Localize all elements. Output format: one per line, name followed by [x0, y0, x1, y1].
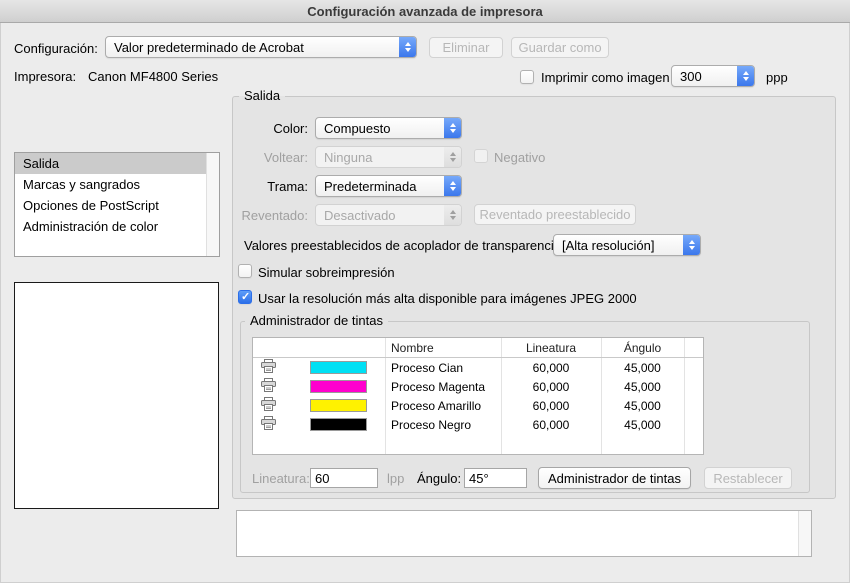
simulate-overprint-label: Simular sobreimpresión: [258, 265, 395, 280]
ink-name: Proceso Cian: [385, 361, 501, 375]
ink-table: Nombre Lineatura Ángulo Proceso Cian 60,…: [252, 337, 704, 455]
frequency-label: Lineatura:: [252, 471, 310, 486]
flip-label: Voltear:: [264, 150, 308, 165]
list-item-salida[interactable]: Salida: [15, 153, 219, 174]
ink-angle: 45,000: [601, 380, 684, 394]
ink-swatch: [310, 380, 367, 393]
list-item-marcas-y-sangrados[interactable]: Marcas y sangrados: [15, 174, 219, 195]
list-scrollbar[interactable]: [206, 153, 219, 256]
column-header-name[interactable]: Nombre: [385, 338, 501, 357]
flattener-value: [Alta resolución]: [554, 238, 683, 253]
dropdown-arrows-icon: [683, 235, 700, 255]
trapping-presets-button[interactable]: Reventado preestablecido: [474, 204, 636, 225]
jpeg2000-label: Usar la resolución más alta disponible p…: [258, 291, 637, 306]
angle-label: Ángulo:: [417, 471, 461, 486]
ink-swatch: [310, 399, 367, 412]
print-as-image-label: Imprimir como imagen: [541, 70, 670, 85]
trapping-value: Desactivado: [316, 208, 444, 223]
simulate-overprint-checkbox[interactable]: [238, 264, 252, 278]
dpi-dropdown[interactable]: 300: [671, 65, 755, 87]
ink-swatch: [310, 418, 367, 431]
ink-frequency: 60,000: [501, 361, 601, 375]
dropdown-arrows-icon: [444, 118, 461, 138]
dpi-value: 300: [672, 69, 737, 84]
settings-preset-value: Valor predeterminado de Acrobat: [106, 40, 399, 55]
output-panel-title: Salida: [239, 88, 285, 104]
color-value: Compuesto: [316, 121, 444, 136]
screening-dropdown[interactable]: Predeterminada: [315, 175, 462, 197]
negative-checkbox: [474, 149, 488, 163]
ink-name: Proceso Negro: [385, 418, 501, 432]
dpi-unit-label: ppp: [766, 70, 788, 85]
color-dropdown[interactable]: Compuesto: [315, 117, 462, 139]
settings-label: Configuración:: [14, 41, 98, 56]
ink-frequency: 60,000: [501, 380, 601, 394]
ink-name: Proceso Magenta: [385, 380, 501, 394]
ink-row-magenta[interactable]: Proceso Magenta 60,000 45,000: [253, 377, 703, 396]
printer-icon: [261, 416, 276, 433]
list-item-opciones-postscript[interactable]: Opciones de PostScript: [15, 195, 219, 216]
dropdown-arrows-icon: [444, 176, 461, 196]
ink-frequency: 60,000: [501, 418, 601, 432]
flip-value: Ninguna: [316, 150, 444, 165]
ink-swatch: [310, 361, 367, 374]
column-header-frequency[interactable]: Lineatura: [501, 338, 601, 357]
flattener-dropdown[interactable]: [Alta resolución]: [553, 234, 701, 256]
screening-value: Predeterminada: [316, 179, 444, 194]
ink-row-yellow[interactable]: Proceso Amarillo 60,000 45,000: [253, 396, 703, 415]
frequency-input[interactable]: [310, 468, 378, 488]
description-box: [236, 510, 812, 557]
angle-input[interactable]: [464, 468, 527, 488]
window-titlebar[interactable]: Configuración avanzada de impresora: [0, 0, 850, 23]
settings-preset-dropdown[interactable]: Valor predeterminado de Acrobat: [105, 36, 417, 58]
trapping-dropdown: Desactivado: [315, 204, 462, 226]
printer-icon: [261, 359, 276, 376]
negative-label: Negativo: [494, 150, 545, 165]
dropdown-arrows-icon: [444, 205, 461, 225]
dropdown-arrows-icon: [399, 37, 416, 57]
ink-frequency: 60,000: [501, 399, 601, 413]
ink-angle: 45,000: [601, 361, 684, 375]
ink-angle: 45,000: [601, 418, 684, 432]
window-title: Configuración avanzada de impresora: [307, 4, 543, 19]
screening-label: Trama:: [267, 179, 308, 194]
printer-icon: [261, 397, 276, 414]
flip-dropdown: Ninguna: [315, 146, 462, 168]
save-as-button[interactable]: Guardar como: [511, 37, 609, 58]
printer-name: Canon MF4800 Series: [88, 69, 218, 84]
settings-category-list: Salida Marcas y sangrados Opciones de Po…: [14, 152, 220, 257]
ink-angle: 45,000: [601, 399, 684, 413]
list-item-administracion-color[interactable]: Administración de color: [15, 216, 219, 237]
trapping-label: Reventado:: [242, 208, 309, 223]
printer-label: Impresora:: [14, 69, 76, 84]
ink-name: Proceso Amarillo: [385, 399, 501, 413]
page-preview-box: [14, 282, 219, 509]
description-scrollbar[interactable]: [798, 511, 811, 556]
color-label: Color:: [273, 121, 308, 136]
frequency-unit-label: lpp: [387, 471, 404, 486]
column-header-angle[interactable]: Ángulo: [601, 338, 684, 357]
ink-table-header: Nombre Lineatura Ángulo: [253, 338, 703, 358]
advanced-print-setup-dialog: Configuración avanzada de impresora Conf…: [0, 0, 850, 583]
reset-button[interactable]: Restablecer: [704, 467, 792, 489]
flattener-label: Valores preestablecidos de acoplador de …: [244, 238, 571, 253]
delete-button[interactable]: Eliminar: [429, 37, 503, 58]
print-as-image-checkbox[interactable]: [520, 70, 534, 84]
dropdown-arrows-icon: [444, 147, 461, 167]
jpeg2000-checkbox[interactable]: [238, 290, 252, 304]
ink-row-black[interactable]: Proceso Negro 60,000 45,000: [253, 415, 703, 434]
printer-icon: [261, 378, 276, 395]
ink-manager-group-title: Administrador de tintas: [245, 313, 388, 329]
ink-row-cyan[interactable]: Proceso Cian 60,000 45,000: [253, 358, 703, 377]
ink-manager-button[interactable]: Administrador de tintas: [538, 467, 691, 489]
dropdown-arrows-icon: [737, 66, 754, 86]
